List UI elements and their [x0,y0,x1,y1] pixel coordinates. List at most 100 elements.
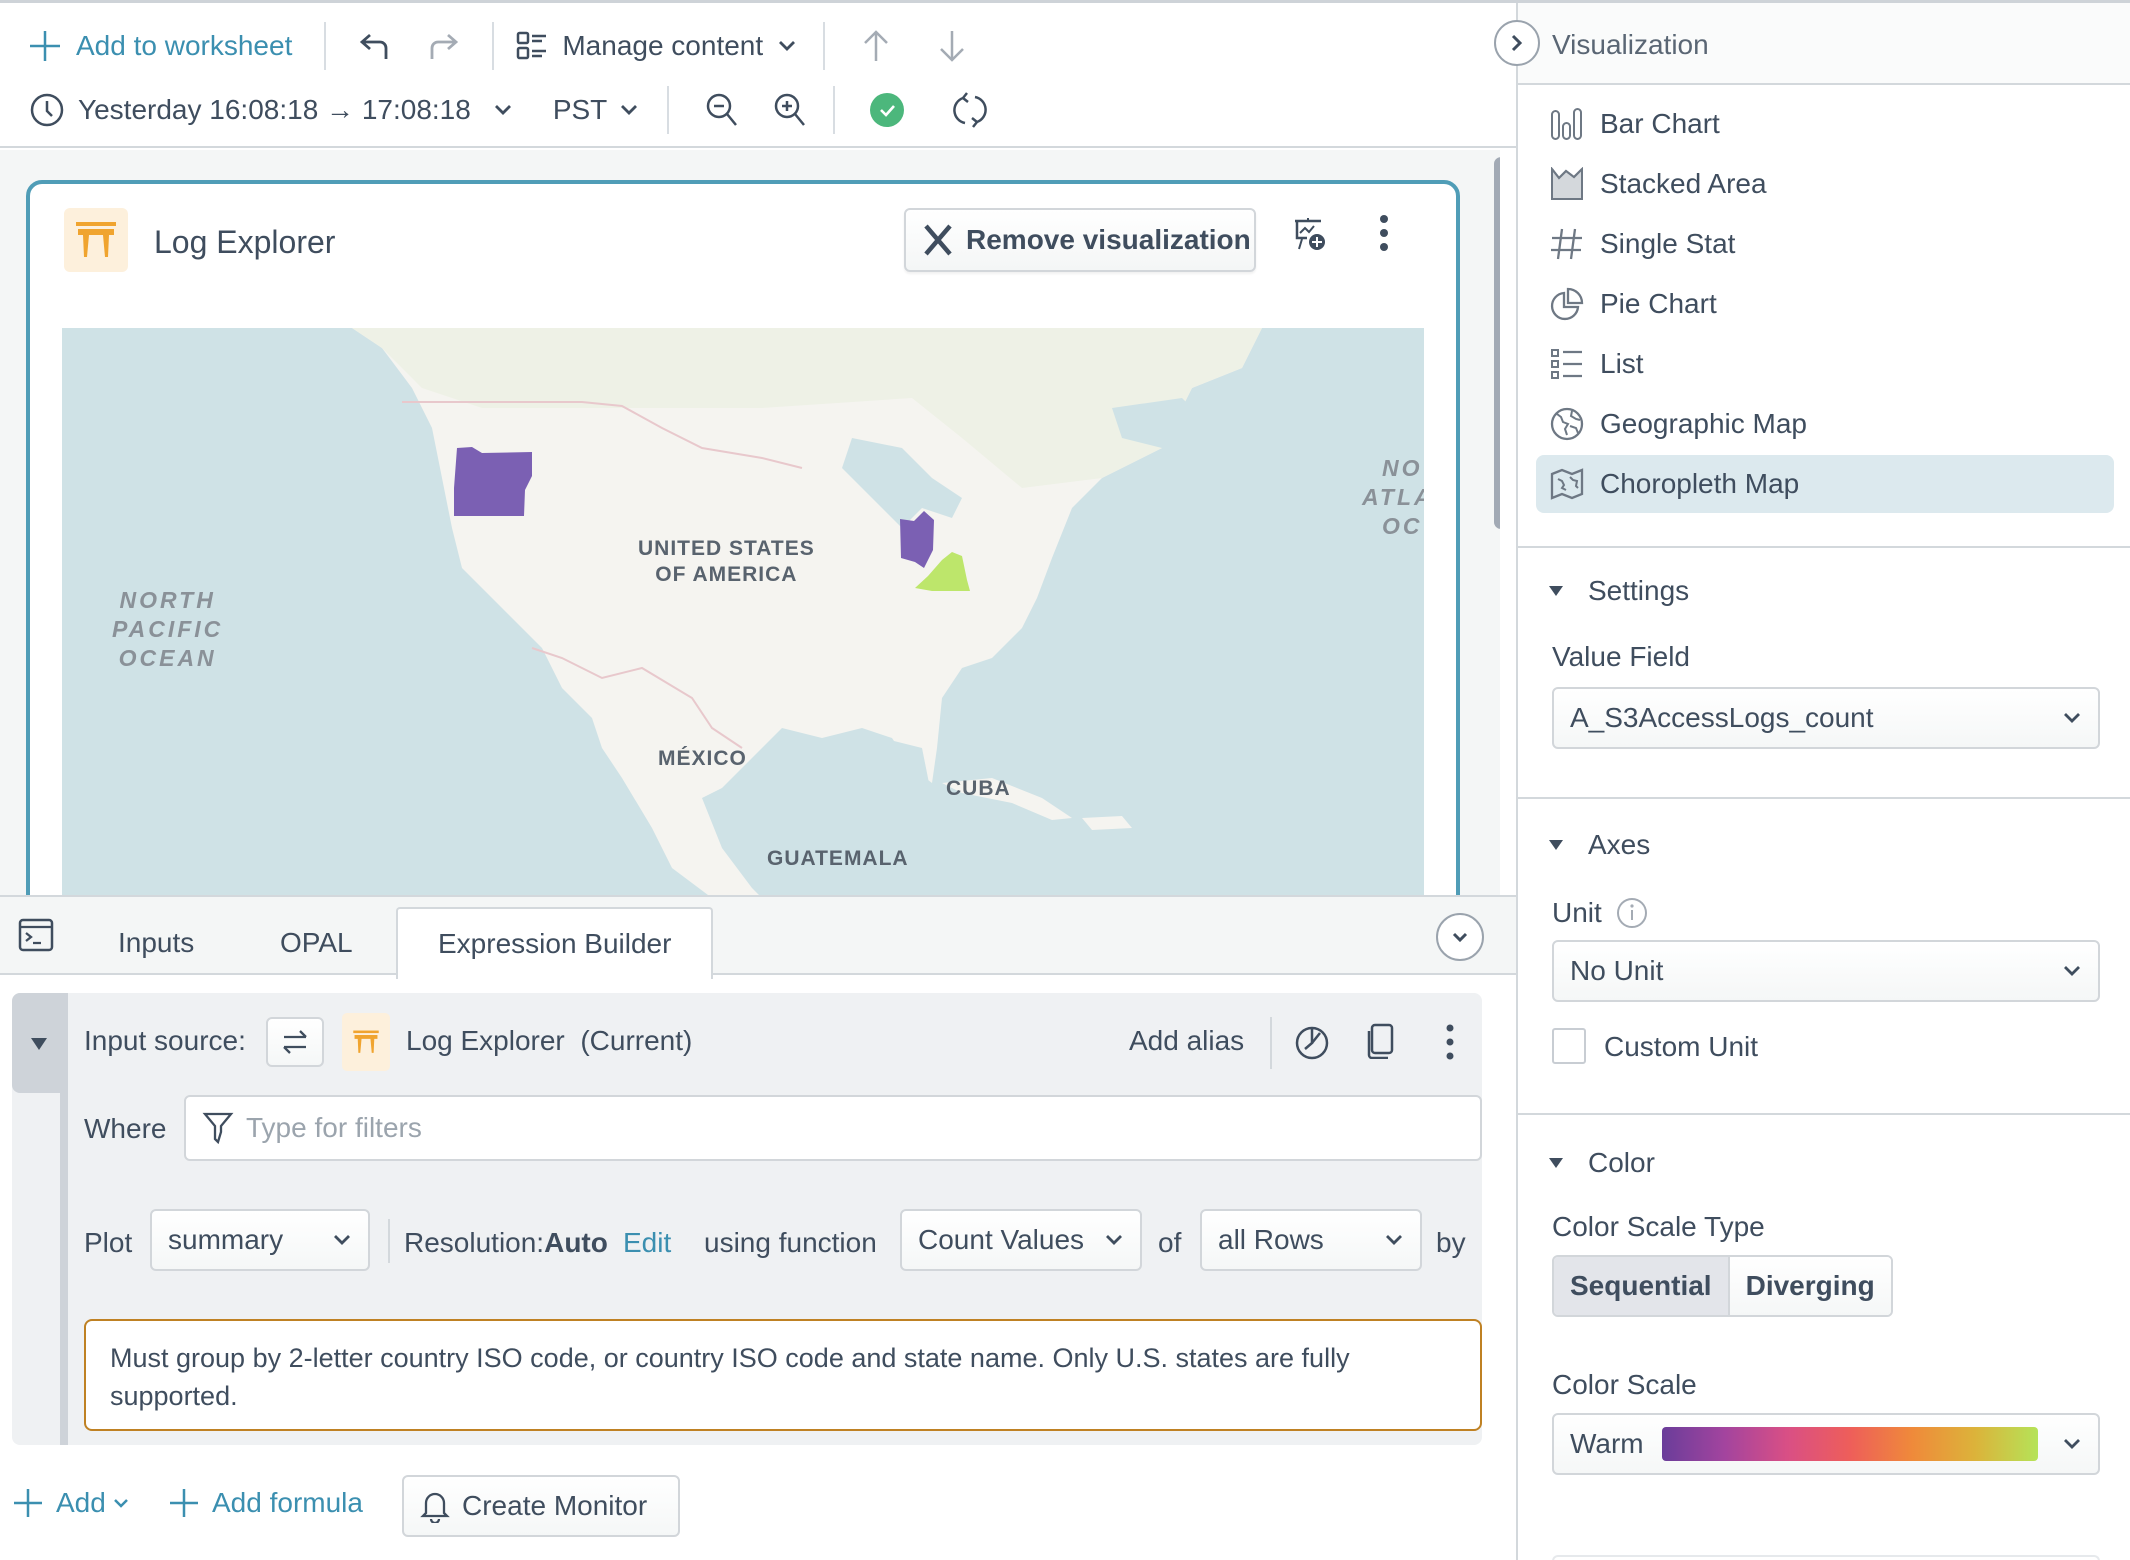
tab-label: Inputs [118,927,195,958]
viz-type-label: Geographic Map [1600,408,1808,439]
create-monitor-button[interactable]: Create Monitor [402,1475,680,1537]
expression-collapse-rail[interactable] [12,993,68,1445]
tab-opal[interactable]: OPAL [240,907,393,979]
undo-icon[interactable] [358,31,392,61]
swap-input-button[interactable] [266,1017,324,1067]
toolbar-divider [492,22,495,70]
map-label-usa-1: UNITED STATES [638,537,815,560]
bar-chart-icon [1550,107,1584,141]
canvas-scrollbar[interactable] [1494,157,1500,529]
add-dropdown-button[interactable]: Add [12,1487,130,1519]
console-icon[interactable] [18,917,54,953]
axes-section-toggle[interactable]: Axes [1548,829,1650,861]
custom-unit-checkbox[interactable] [1552,1028,1586,1064]
section-divider [1518,1113,2130,1115]
choropleth-map[interactable]: UNITED STATES OF AMERICA MÉXICO CUBA GUA… [62,328,1424,895]
settings-section-toggle[interactable]: Settings [1548,575,1689,607]
axes-title: Axes [1588,829,1651,860]
map-label-pacific-1: NORTH [119,587,216,613]
add-to-dashboard-icon[interactable] [1292,218,1326,252]
viz-type-bar-chart[interactable]: Bar Chart [1536,95,2114,153]
copy-icon[interactable] [1366,1023,1396,1059]
viz-type-geographic-map[interactable]: Geographic Map [1536,395,2114,453]
arrow-up-icon[interactable] [861,29,891,63]
manage-content-dropdown[interactable]: Manage content [516,30,797,62]
visualization-card: Log Explorer Remove visualization UNITED… [26,180,1460,895]
map-label-mexico: MÉXICO [658,747,747,770]
expression-block: Input source: Log Explorer (Current) Add… [12,993,1482,1445]
refresh-icon[interactable] [953,91,988,129]
input-source-name[interactable]: Log Explorer (Current) [406,1025,692,1057]
collapse-editor-button[interactable] [1436,913,1484,961]
color-scale-select[interactable]: Warm [1552,1413,2100,1475]
input-source-name-text: Log Explorer [406,1025,565,1056]
sidebar-header: Visualization [1518,3,2130,85]
tab-expression-builder[interactable]: Expression Builder [396,907,714,979]
scale-type-diverging[interactable]: Diverging [1729,1257,1891,1315]
of-rows-select[interactable]: all Rows [1200,1209,1422,1271]
plus-icon [168,1487,200,1519]
sidebar-toggle-button[interactable] [1494,20,1540,66]
zoom-out-icon[interactable] [705,92,739,128]
pie-chart-icon [1550,287,1584,321]
chevron-down-icon [1104,1233,1124,1247]
zoom-in-icon[interactable] [773,92,807,128]
more-options-icon[interactable] [1378,214,1390,252]
add-formula-button[interactable]: Add formula [168,1487,363,1519]
map-icon [1550,467,1584,501]
plot-type-select[interactable]: summary [150,1209,370,1271]
resolution-value: Auto [544,1227,608,1258]
close-icon [922,223,954,257]
map-label-pacific-3: OCEAN [118,645,217,671]
add-to-worksheet-label: Add to worksheet [76,30,293,61]
by-label: by [1436,1227,1466,1258]
viz-type-label: List [1600,348,1644,379]
timezone-dropdown[interactable]: PST [553,94,639,126]
where-filter-input[interactable] [246,1112,1446,1144]
viz-type-choropleth-map[interactable]: Choropleth Map [1536,455,2114,513]
scale-type-sequential[interactable]: Sequential [1554,1257,1730,1315]
viz-type-stacked-area[interactable]: Stacked Area [1536,155,2114,213]
redo-icon[interactable] [426,31,460,61]
unit-select[interactable]: No Unit [1552,940,2100,1002]
tab-label: Expression Builder [438,928,672,959]
info-icon[interactable] [1616,897,1648,929]
plot-label: Plot [84,1227,133,1258]
divider [388,1219,390,1263]
map-label-cuba: CUBA [946,777,1011,800]
input-source-dataset-icon [342,1013,390,1071]
caret-down-icon [1548,839,1564,851]
viz-type-single-stat[interactable]: Single Stat [1536,215,2114,273]
globe-icon [1550,407,1584,441]
chevron-down-icon [619,103,639,117]
map-label-pacific-2: PACIFIC [112,616,224,642]
time-range-picker[interactable]: Yesterday 16:08:18 → 17:08:18 [30,93,513,127]
viz-type-pie-chart[interactable]: Pie Chart [1536,275,2114,333]
resolution-edit-link[interactable]: Edit [623,1227,671,1259]
input-source-suffix: (Current) [580,1025,693,1056]
color-section-toggle[interactable]: Color [1548,1147,1655,1179]
chevron-down-icon [777,39,797,53]
map-label-atlantic-3: OC [1382,513,1423,539]
add-to-worksheet-button[interactable]: Add to worksheet [28,29,292,63]
where-filter-field[interactable] [184,1095,1482,1161]
remove-visualization-button[interactable]: Remove visualization [904,208,1256,272]
plot-type-value: summary [168,1224,284,1255]
status-success-icon [869,92,905,128]
viz-type-list[interactable]: List [1536,335,2114,393]
of-label: of [1158,1227,1182,1258]
more-options-icon[interactable] [1444,1023,1456,1061]
clock-icon [30,93,64,127]
arrow-down-icon[interactable] [937,29,967,63]
time-shift-icon[interactable] [1294,1023,1330,1061]
chevron-down-icon [2062,711,2082,725]
chevron-down-icon [1451,931,1469,943]
resolution: Resolution:Auto [404,1227,608,1259]
value-field-select[interactable]: A_S3AccessLogs_count [1552,687,2100,749]
function-select[interactable]: Count Values [900,1209,1142,1271]
tab-inputs[interactable]: Inputs [78,907,234,979]
add-alias-button[interactable]: Add alias [1129,1025,1244,1057]
viz-type-label: Bar Chart [1600,108,1720,139]
input-source-label: Input source: [84,1025,246,1056]
map-label-atlantic-1: NO [1382,455,1423,481]
